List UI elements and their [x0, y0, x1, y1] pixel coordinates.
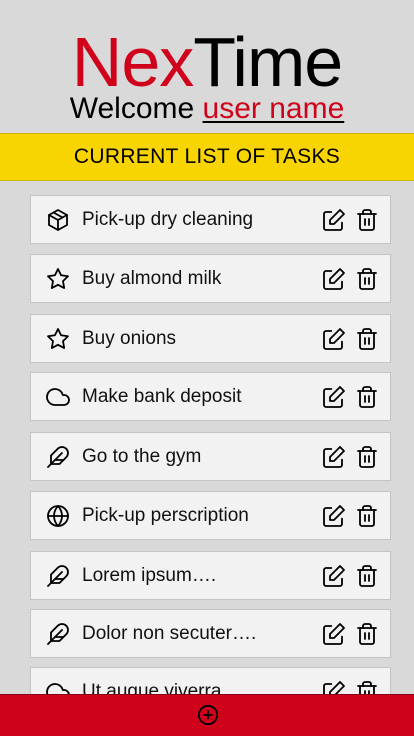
edit-task-button[interactable]: [322, 504, 346, 528]
feather-icon: [47, 446, 69, 468]
task-item[interactable]: Buy almond milk: [30, 254, 391, 303]
task-label: Make bank deposit: [82, 386, 242, 407]
task-label: Buy onions: [82, 328, 177, 349]
edit-icon: [323, 505, 345, 527]
task-list[interactable]: Pick-up dry cleaning Buy almond milk Buy o…: [0, 0, 414, 736]
task-label: Dolor non secuter….: [82, 623, 257, 644]
task-label: Pick-up dry cleaning: [82, 209, 254, 230]
edit-icon: [323, 328, 345, 350]
delete-task-button[interactable]: [355, 504, 379, 528]
trash-icon: [357, 565, 377, 587]
task-label: Lorem ipsum….: [82, 565, 217, 586]
delete-task-button[interactable]: [355, 445, 379, 469]
task-type-icon: [46, 327, 70, 351]
task-item[interactable]: Lorem ipsum….: [30, 551, 391, 600]
trash-icon: [357, 505, 377, 527]
delete-task-button[interactable]: [355, 267, 379, 291]
edit-task-button[interactable]: [322, 208, 346, 232]
task-type-icon: [46, 445, 70, 469]
trash-icon: [357, 328, 377, 350]
task-item[interactable]: Pick-up dry cleaning: [30, 195, 391, 244]
edit-icon: [323, 386, 345, 408]
trash-icon: [357, 209, 377, 231]
add-task-button[interactable]: [197, 704, 219, 726]
plus-circle-icon: [197, 704, 219, 726]
edit-icon: [323, 268, 345, 290]
globe-icon: [47, 505, 69, 527]
delete-task-button[interactable]: [355, 622, 379, 646]
task-type-icon: [46, 385, 70, 409]
edit-icon: [323, 565, 345, 587]
task-item[interactable]: Pick-up perscription: [30, 491, 391, 540]
task-type-icon: [46, 504, 70, 528]
trash-icon: [357, 623, 377, 645]
footer-bar: [0, 694, 414, 736]
feather-icon: [47, 623, 69, 645]
task-item[interactable]: Make bank deposit: [30, 372, 391, 421]
star-icon: [47, 268, 69, 289]
delete-task-button[interactable]: [355, 564, 379, 588]
edit-task-button[interactable]: [322, 385, 346, 409]
task-label: Pick-up perscription: [82, 505, 249, 526]
task-type-icon: [46, 622, 70, 646]
delete-task-button[interactable]: [355, 327, 379, 351]
task-item[interactable]: Dolor non secuter….: [30, 609, 391, 658]
task-type-icon: [46, 267, 70, 291]
cloud-icon: [46, 388, 70, 406]
task-type-icon: [46, 564, 70, 588]
task-label: Go to the gym: [82, 446, 202, 467]
edit-task-button[interactable]: [322, 267, 346, 291]
edit-task-button[interactable]: [322, 445, 346, 469]
trash-icon: [357, 446, 377, 468]
edit-task-button[interactable]: [322, 622, 346, 646]
package-icon: [48, 209, 68, 231]
task-type-icon: [46, 208, 70, 232]
trash-icon: [357, 268, 377, 290]
task-label: Buy almond milk: [82, 268, 222, 289]
edit-task-button[interactable]: [322, 564, 346, 588]
star-icon: [47, 328, 69, 349]
trash-icon: [357, 386, 377, 408]
task-item[interactable]: Buy onions: [30, 314, 391, 363]
feather-icon: [47, 565, 69, 587]
task-item[interactable]: Go to the gym: [30, 432, 391, 481]
delete-task-button[interactable]: [355, 208, 379, 232]
delete-task-button[interactable]: [355, 385, 379, 409]
edit-task-button[interactable]: [322, 327, 346, 351]
edit-icon: [323, 209, 345, 231]
edit-icon: [323, 623, 345, 645]
edit-icon: [323, 446, 345, 468]
